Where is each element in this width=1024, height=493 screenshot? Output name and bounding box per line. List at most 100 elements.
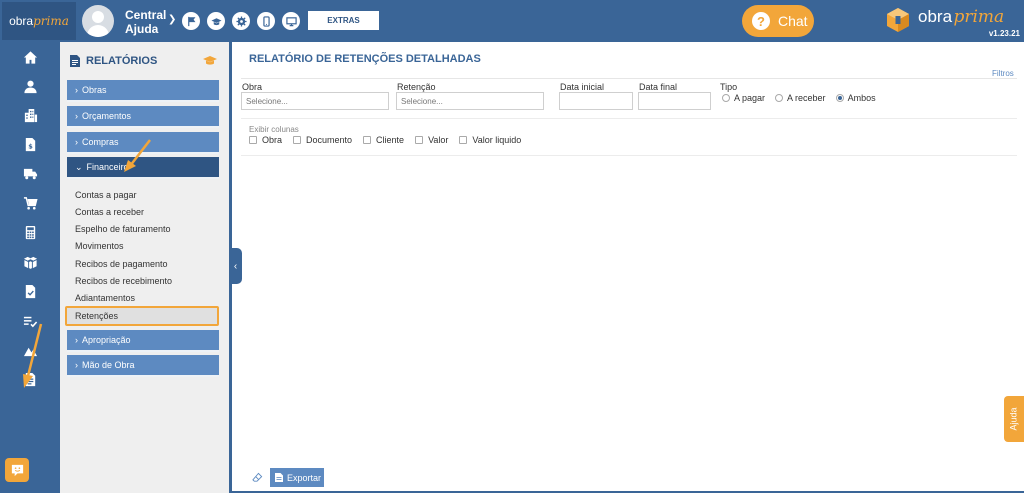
columns-divider [241,155,1017,156]
document-check-icon[interactable] [20,282,40,300]
menu-group-apropriacao[interactable]: › Apropriação [67,330,219,352]
app-version: v1.23.21 [988,29,1020,38]
user-avatar[interactable] [82,5,114,37]
tipo-radio-ambos[interactable] [835,94,844,102]
submenu-item-contas-a-pagar[interactable]: Contas a pagar [75,190,137,200]
menu-group-label: Obras [82,85,107,95]
export-label: Exportar [287,472,322,483]
column-checkbox-obra[interactable] [249,136,257,144]
column-checkbox-valor[interactable] [415,136,424,144]
submenu-item-movimentos[interactable]: Movimentos [75,241,124,251]
cart-icon[interactable] [20,194,40,212]
logo-accent-text: prima [33,14,69,28]
page-title: RELATÓRIO DE RETENÇÕES DETALHADAS [249,53,481,65]
column-checkbox-label: Documento [306,135,353,145]
help-tab-label: Ajuda [1009,407,1019,431]
menu-group-label: Compras [82,137,119,147]
main-nav: $ [0,42,60,493]
truck-icon[interactable] [20,164,40,182]
annotation-arrow-icon [124,139,151,172]
submenu-item-espelho-de-faturamento[interactable]: Espelho de faturamento [75,224,171,234]
obra-select-placeholder: Selecione... [246,96,288,106]
exibir-colunas-label: Exibir colunas [249,125,299,134]
reports-title: RELATÓRIOS [86,55,158,67]
calculator-icon[interactable] [20,223,40,241]
brand-cube-icon [887,8,909,32]
data-inicial-label: Data inicial [560,82,605,92]
tipo-label: Tipo [720,82,738,92]
chat-button[interactable]: ? Chat [742,5,814,37]
tipo-option-label: Ambos [847,93,876,103]
invoice-icon[interactable]: $ [20,135,40,153]
monitor-icon[interactable] [282,12,300,30]
tipo-option-label: A pagar [734,93,766,103]
retencao-select[interactable]: Selecione... [396,92,544,110]
tipo-radio-group: A pagar A receber Ambos [722,93,882,103]
submenu-item-recibos-de-recebimento[interactable]: Recibos de recebimento [75,276,172,286]
data-final-label: Data final [639,82,678,92]
feedback-smile-icon[interactable] [5,458,29,482]
report-icon [70,55,80,67]
retencao-select-placeholder: Selecione... [401,96,443,106]
chevron-down-icon[interactable]: ❯ [168,14,176,25]
filters-link[interactable]: Filtros [992,69,1014,78]
menu-group-obras[interactable]: › Obras [67,80,219,102]
eraser-icon[interactable] [252,472,263,483]
data-final-input[interactable] [638,92,711,110]
submenu-item-recibos-de-pagamento[interactable]: Recibos de pagamento [75,259,168,269]
home-icon[interactable] [20,48,40,66]
top-bar: obraprima Central Ajuda ❯ EXTRAS ? Chat … [0,0,1024,42]
menu-group-label: Mão de Obra [82,360,135,370]
filters-divider [241,118,1017,119]
obra-select[interactable]: Selecione... [241,92,389,110]
column-checkbox-label: Obra [262,135,283,145]
svg-text:$: $ [28,142,33,150]
user-name[interactable]: Central Ajuda [125,8,166,36]
obra-label: Obra [242,82,263,92]
column-checkbox-label: Cliente [376,135,405,145]
title-divider [241,78,1017,79]
submenu-item-contas-a-receber[interactable]: Contas a receber [75,207,144,217]
data-inicial-input[interactable] [559,92,633,110]
submenu-item-adiantamentos[interactable]: Adiantamentos [75,293,135,303]
columns-checkbox-group: Obra Documento Cliente Valor Valor liqui… [249,135,527,145]
chevron-left-icon: ‹ [233,260,238,272]
boxes-icon[interactable] [20,253,40,271]
extras-button[interactable]: EXTRAS [308,11,379,30]
collapse-sidebar-button[interactable]: ‹ [229,248,242,284]
submenu-item-label: Retenções [75,311,119,321]
column-checkbox-documento[interactable] [293,136,302,144]
tipo-radio-a-receber[interactable] [775,94,784,102]
question-icon: ? [752,12,770,30]
column-checkbox-cliente[interactable] [363,136,372,144]
mobile-icon[interactable] [257,12,275,30]
column-checkbox-valor-liquido[interactable] [459,136,468,144]
brand-name: obra prima [918,7,1004,27]
user-name-line2: Ajuda [125,22,159,36]
menu-group-label: Orçamentos [82,111,132,121]
document-icon [275,473,283,482]
menu-group-label: Apropriação [82,335,131,345]
retencao-label: Retenção [397,82,436,92]
column-checkbox-label: Valor [428,135,449,145]
brand-main-text: obra [918,7,953,26]
building-icon[interactable] [20,106,40,124]
menu-group-mao-de-obra[interactable]: › Mão de Obra [67,355,219,377]
gear-icon[interactable] [232,12,250,30]
chat-label: Chat [778,13,808,29]
logo-main-text: obra [9,14,34,28]
flag-icon[interactable] [182,12,200,30]
tipo-option-label: A receber [787,93,826,103]
brand-accent-text: prima [953,7,1005,27]
app-logo[interactable]: obraprima [2,2,76,40]
help-tab[interactable]: Ajuda [1004,396,1024,442]
tipo-radio-a-pagar[interactable] [722,94,730,102]
export-button[interactable]: Exportar [270,468,324,487]
user-icon[interactable] [20,77,40,95]
submenu-item-retencoes[interactable]: Retenções [65,306,219,326]
column-checkbox-label: Valor liquido [472,135,522,145]
user-name-line1: Central [125,8,167,22]
graduation-cap-icon[interactable] [203,55,217,67]
menu-group-orcamentos[interactable]: › Orçamentos [67,106,219,128]
graduation-cap-icon[interactable] [207,12,225,30]
